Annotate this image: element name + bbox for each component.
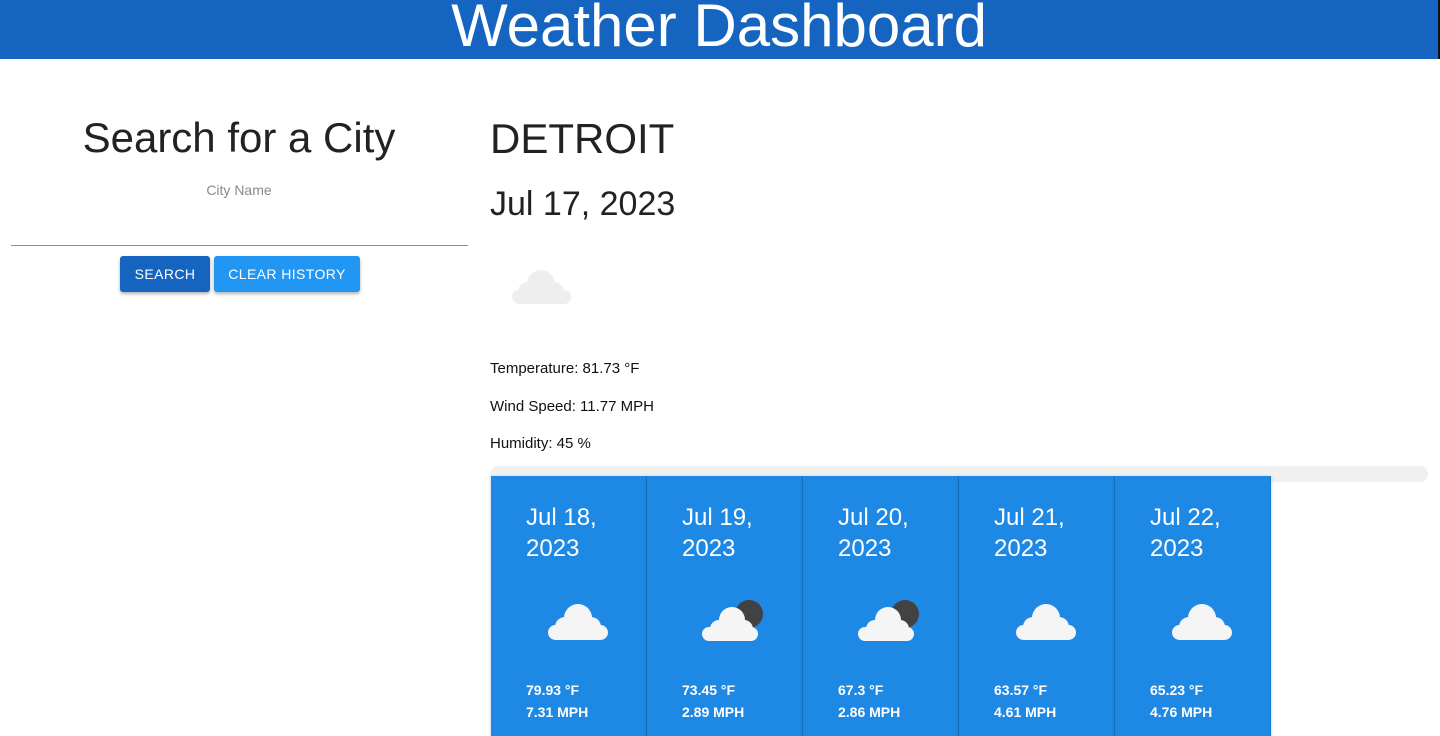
forecast-date: Jul 22, 2023	[1150, 504, 1221, 562]
forecast-card: Jul 18, 2023 79.93 °F 7.31 MPH	[491, 476, 647, 736]
search-button[interactable]: SEARCH	[120, 256, 210, 292]
forecast-temperature: 79.93 °F	[526, 682, 580, 698]
forecast-date: Jul 21, 2023	[994, 504, 1065, 562]
forecast-wind: 4.76 MPH	[1150, 704, 1213, 720]
cloud-icon	[1172, 604, 1232, 640]
cloud-night-icon	[858, 600, 919, 641]
current-date: Jul 17, 2023	[490, 185, 676, 223]
current-temperature: Temperature: 81.73 °F	[490, 360, 640, 377]
city-name-label: City Name	[206, 182, 272, 198]
forecast-wind: 2.86 MPH	[838, 704, 901, 720]
forecast-card: Jul 20, 2023 67.3 °F 2.86 MPH	[803, 476, 959, 736]
forecast-card: Jul 19, 2023 73.45 °F 2.89 MPH	[647, 476, 803, 736]
app-header: Weather Dashboard	[0, 0, 1440, 59]
forecast-temperature: 63.57 °F	[994, 682, 1048, 698]
forecast-card: Jul 21, 2023 63.57 °F 4.61 MPH	[959, 476, 1115, 736]
forecast-temperature: 67.3 °F	[838, 682, 884, 698]
cloud-night-icon	[702, 600, 763, 641]
search-title: Search for a City	[82, 114, 396, 161]
forecast-date: Jul 20, 2023	[838, 504, 909, 562]
city-search-input[interactable]	[11, 200, 468, 246]
forecast-temperature: 65.23 °F	[1150, 682, 1204, 698]
forecast-temperature: 73.45 °F	[682, 682, 736, 698]
forecast-date: Jul 18, 2023	[526, 504, 597, 562]
cloud-icon	[1016, 604, 1076, 640]
forecast-wind: 7.31 MPH	[526, 704, 589, 720]
clear-history-button[interactable]: CLEAR HISTORY	[214, 256, 360, 292]
cloud-icon	[548, 604, 608, 640]
forecast-row: Jul 18, 2023 79.93 °F 7.31 MPH Jul 19, 2…	[491, 476, 1271, 736]
forecast-card: Jul 22, 2023 65.23 °F 4.76 MPH	[1115, 476, 1271, 736]
forecast-date: Jul 19, 2023	[682, 504, 753, 562]
forecast-wind: 2.89 MPH	[682, 704, 745, 720]
forecast-wind: 4.61 MPH	[994, 704, 1057, 720]
app-title: Weather Dashboard	[451, 0, 987, 59]
current-humidity: Humidity: 45 %	[490, 435, 591, 452]
cloud-icon	[512, 270, 571, 304]
city-title: DETROIT	[490, 115, 675, 162]
current-wind-speed: Wind Speed: 11.77 MPH	[490, 398, 654, 415]
